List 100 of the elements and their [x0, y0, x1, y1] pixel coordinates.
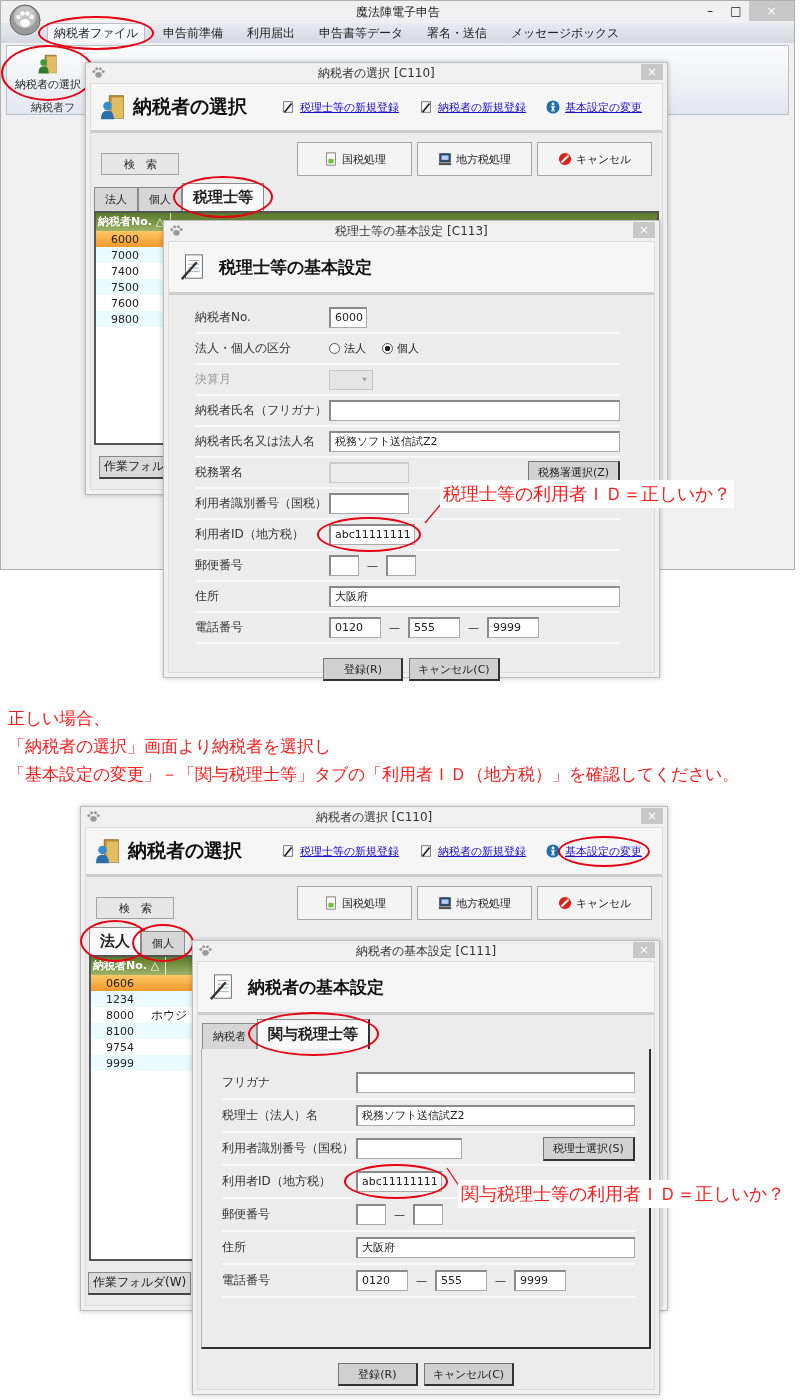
work-folder-button[interactable]: 作業フォルダ(W)	[88, 1271, 192, 1295]
dialog-button[interactable]: 登録(R)	[337, 1363, 418, 1386]
input-field[interactable]: 大阪府	[329, 586, 620, 607]
table-cell-text: 8100	[105, 1024, 135, 1038]
select-button[interactable]: 税理士選択(S)	[543, 1136, 635, 1161]
window-heading: 納税者の基本設定	[248, 975, 384, 999]
action-button[interactable]: 地方税処理	[417, 142, 532, 176]
input-field[interactable]	[329, 555, 359, 576]
paw-icon	[198, 943, 213, 958]
field-label: 納税者No.	[195, 309, 252, 326]
input-field[interactable]: 555	[435, 1270, 487, 1291]
table-cell-text: 7400	[110, 264, 140, 278]
table-cell-text: 9999	[105, 1056, 135, 1070]
input-field[interactable]: abc11111111	[356, 1171, 442, 1192]
field-label: 郵便番号	[195, 557, 244, 574]
window-title: 納税者の選択 [C110]	[318, 64, 435, 82]
tab[interactable]: 法人	[94, 187, 138, 211]
input-field[interactable]: 555	[408, 617, 460, 638]
computer-icon	[438, 896, 452, 910]
action-button[interactable]: キャンセル	[537, 886, 652, 920]
tab[interactable]: 個人	[138, 187, 182, 211]
tab[interactable]: 個人	[141, 931, 185, 955]
input-field[interactable]	[356, 1072, 635, 1093]
dialog-button[interactable]: キャンセル(C)	[409, 658, 500, 681]
table-cell-text: ホウジ	[150, 1006, 187, 1024]
table-cell-text: 7000	[110, 248, 140, 262]
menu-item[interactable]: 申告書等データ	[313, 23, 409, 43]
person-circle-icon	[546, 100, 560, 114]
dash: —	[389, 621, 400, 634]
field-label: 納税者氏名又は法人名	[195, 433, 316, 450]
window-heading: 税理士等の基本設定	[219, 255, 372, 279]
input-field[interactable]: 9999	[514, 1270, 566, 1291]
search-button[interactable]: 検 索	[96, 897, 174, 919]
action-button[interactable]: 地方税処理	[417, 886, 532, 920]
tab[interactable]: 税理士等	[182, 183, 264, 211]
instruction-text: 正しい場合、	[8, 707, 111, 730]
folder-person-icon	[99, 93, 127, 121]
input-field[interactable]	[329, 493, 409, 514]
folder-person-icon	[94, 837, 122, 865]
field-label: 利用者ID（地方税）	[222, 1173, 332, 1190]
input-field[interactable]: 0120	[329, 617, 381, 638]
input-field[interactable]	[386, 555, 416, 576]
radio-button[interactable]: 個人	[382, 341, 419, 356]
menu-item[interactable]: メッセージボックス	[505, 23, 625, 43]
dialog-button[interactable]: 登録(R)	[323, 658, 404, 681]
dialog-button[interactable]: キャンセル(C)	[423, 1363, 515, 1386]
action-button[interactable]: 国税処理	[297, 142, 412, 176]
link[interactable]: 税理士等の新規登録	[300, 843, 399, 859]
input-field[interactable]: 税務ソフト送信試Z2	[356, 1105, 635, 1126]
table-cell-text: 6000	[110, 232, 140, 246]
input-field[interactable]: 税務ソフト送信試Z2	[329, 431, 620, 452]
computer-icon	[438, 152, 452, 166]
input-field[interactable]: 6000	[329, 307, 367, 328]
dash: —	[416, 1274, 427, 1287]
input-field[interactable]	[329, 462, 409, 483]
instruction-text: 「基本設定の変更」－「関与税理士等」タブの「利用者ＩＤ（地方税）」を確認してください。	[8, 763, 740, 786]
paw-icon	[169, 223, 184, 238]
menu-item[interactable]: 利用届出	[241, 23, 301, 43]
leader-line	[446, 1166, 460, 1188]
field-label: 納税者氏名（フリガナ）	[195, 402, 328, 419]
person-circle-icon	[546, 844, 560, 858]
pen-icon	[281, 844, 295, 858]
input-field[interactable]: abc11111111	[329, 524, 415, 545]
link[interactable]: 納税者の新規登録	[438, 99, 526, 115]
leader-line	[424, 502, 442, 524]
link[interactable]: 基本設定の変更	[565, 99, 642, 115]
group-label: 納税者フ	[31, 100, 75, 115]
menu-item[interactable]: 申告前準備	[157, 23, 229, 43]
input-field[interactable]	[329, 400, 620, 421]
input-field[interactable]: 大阪府	[356, 1237, 635, 1258]
menu-item[interactable]: 納税者ファイル	[47, 23, 145, 43]
radio-button[interactable]: 法人	[329, 341, 366, 356]
menu-item[interactable]: 署名・送信	[421, 23, 493, 43]
document-icon	[323, 152, 338, 166]
input-field[interactable]	[356, 1138, 462, 1159]
ribbon-button[interactable]: 納税者の選択	[15, 53, 81, 92]
dash: —	[495, 1274, 506, 1287]
tab[interactable]: 納税者	[202, 1023, 257, 1049]
field-label: 利用者識別番号（国税）	[222, 1140, 355, 1157]
dash: —	[367, 559, 378, 572]
link[interactable]: 基本設定の変更	[565, 843, 642, 859]
tab[interactable]: 関与税理士等	[257, 1019, 370, 1049]
tab[interactable]: 法人	[89, 927, 141, 955]
input-field[interactable]: 9999	[487, 617, 539, 638]
table-cell-text: 7600	[110, 296, 140, 310]
input-field[interactable]	[413, 1204, 443, 1225]
action-button[interactable]: キャンセル	[537, 142, 652, 176]
no-entry-icon	[558, 896, 572, 910]
link[interactable]: 納税者の新規登録	[438, 843, 526, 859]
document-icon	[323, 896, 338, 910]
window-control-button[interactable]: –	[697, 1, 723, 21]
link[interactable]: 税理士等の新規登録	[300, 99, 399, 115]
search-button[interactable]: 検 索	[101, 153, 179, 175]
input-field[interactable]	[356, 1204, 386, 1225]
field-label: 法人・個人の区分	[195, 340, 292, 357]
table-cell-text: 0606	[105, 976, 135, 990]
input-field[interactable]: 0120	[356, 1270, 408, 1291]
window-control-button[interactable]: □	[723, 1, 749, 21]
action-button[interactable]: 国税処理	[297, 886, 412, 920]
paw-icon	[91, 65, 106, 80]
